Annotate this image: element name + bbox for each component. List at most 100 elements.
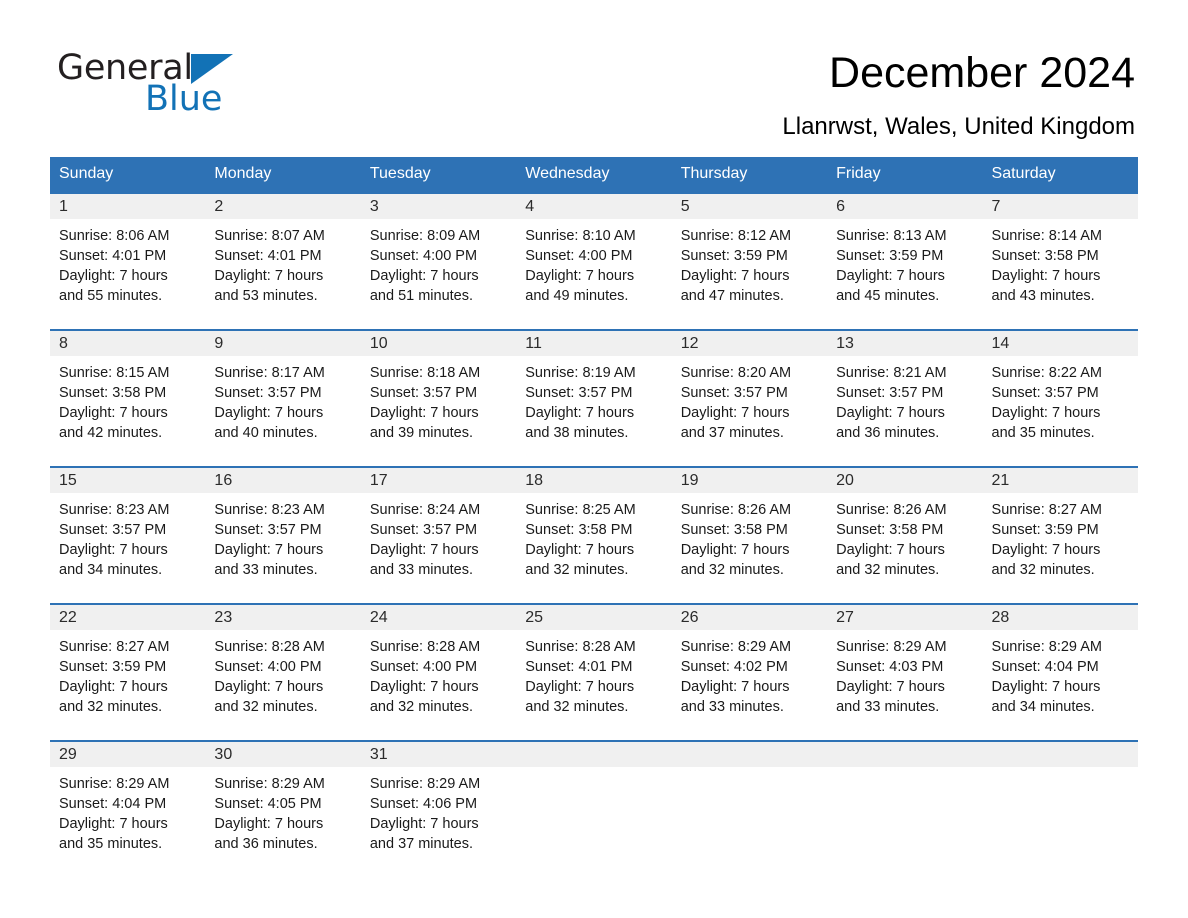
- day-cell[interactable]: 19 Sunrise: 8:26 AM Sunset: 3:58 PM Dayl…: [671, 466, 828, 604]
- daylight-text-line2: and 33 minutes.: [680, 699, 784, 715]
- day-cell[interactable]: 7 Sunrise: 8:14 AM Sunset: 3:58 PM Dayli…: [982, 192, 1138, 330]
- day-details: Sunrise: 8:26 AM Sunset: 3:58 PM Dayligh…: [672, 493, 827, 580]
- sunset-text: Sunset: 4:04 PM: [991, 659, 1099, 675]
- day-cell[interactable]: 27 Sunrise: 8:29 AM Sunset: 4:03 PM Dayl…: [827, 603, 983, 741]
- sunset-text: Sunset: 4:04 PM: [59, 796, 167, 812]
- sunrise-text: Sunrise: 8:28 AM: [214, 639, 325, 655]
- day-details: Sunrise: 8:28 AM Sunset: 4:00 PM Dayligh…: [205, 630, 360, 717]
- daylight-text-line2: and 37 minutes.: [369, 836, 474, 852]
- daylight-text-line2: and 55 minutes.: [59, 288, 163, 304]
- sunset-text: Sunset: 3:58 PM: [836, 522, 944, 538]
- day-number: 8: [50, 331, 206, 356]
- day-number: 21: [982, 468, 1138, 493]
- sunset-text: Sunset: 4:06 PM: [369, 796, 478, 812]
- daylight-text-line2: and 32 minutes.: [59, 699, 163, 715]
- day-number: 27: [827, 605, 983, 630]
- sunrise-text: Sunrise: 8:15 AM: [59, 365, 170, 381]
- day-details: Sunrise: 8:29 AM Sunset: 4:06 PM Dayligh…: [361, 767, 516, 854]
- day-number: 4: [516, 194, 672, 219]
- day-details: Sunrise: 8:07 AM Sunset: 4:01 PM Dayligh…: [205, 219, 360, 306]
- day-cell[interactable]: 14 Sunrise: 8:22 AM Sunset: 3:57 PM Dayl…: [982, 329, 1138, 467]
- daylight-text-line1: Daylight: 7 hours: [525, 405, 635, 421]
- day-cell[interactable]: 23 Sunrise: 8:28 AM Sunset: 4:00 PM Dayl…: [205, 603, 361, 741]
- day-number: 23: [205, 605, 361, 630]
- day-cell[interactable]: 1 Sunrise: 8:06 AM Sunset: 4:01 PM Dayli…: [50, 192, 206, 330]
- day-cell[interactable]: 16 Sunrise: 8:23 AM Sunset: 3:57 PM Dayl…: [205, 466, 361, 604]
- day-details: Sunrise: 8:25 AM Sunset: 3:58 PM Dayligh…: [516, 493, 671, 580]
- location-subtitle: Llanrwst, Wales, United Kingdom: [782, 113, 1135, 140]
- day-number: 31: [360, 742, 517, 767]
- day-cell[interactable]: 6 Sunrise: 8:13 AM Sunset: 3:59 PM Dayli…: [827, 192, 983, 330]
- daylight-text-line2: and 51 minutes.: [369, 288, 474, 304]
- day-details: Sunrise: 8:29 AM Sunset: 4:05 PM Dayligh…: [205, 767, 360, 854]
- daylight-text-line1: Daylight: 7 hours: [680, 679, 790, 695]
- sunset-text: Sunset: 4:03 PM: [836, 659, 944, 675]
- daylight-text-line1: Daylight: 7 hours: [680, 268, 790, 284]
- day-cell[interactable]: 3 Sunrise: 8:09 AM Sunset: 4:00 PM Dayli…: [360, 192, 517, 330]
- day-number: 12: [671, 331, 828, 356]
- day-details: Sunrise: 8:29 AM Sunset: 4:04 PM Dayligh…: [50, 767, 205, 854]
- day-number: 29: [50, 742, 206, 767]
- day-number: 1: [50, 194, 206, 219]
- sunrise-text: Sunrise: 8:14 AM: [991, 228, 1102, 244]
- day-cell[interactable]: 21 Sunrise: 8:27 AM Sunset: 3:59 PM Dayl…: [982, 466, 1138, 604]
- daylight-text-line2: and 32 minutes.: [836, 562, 940, 578]
- sunrise-text: Sunrise: 8:24 AM: [369, 502, 481, 518]
- day-details: Sunrise: 8:09 AM Sunset: 4:00 PM Dayligh…: [361, 219, 516, 306]
- day-cell[interactable]: 18 Sunrise: 8:25 AM Sunset: 3:58 PM Dayl…: [516, 466, 672, 604]
- daylight-text-line1: Daylight: 7 hours: [369, 405, 479, 421]
- sunrise-text: Sunrise: 8:23 AM: [59, 502, 170, 518]
- day-cell[interactable]: 30 Sunrise: 8:29 AM Sunset: 4:05 PM Dayl…: [205, 740, 361, 860]
- day-cell[interactable]: 29 Sunrise: 8:29 AM Sunset: 4:04 PM Dayl…: [50, 740, 206, 860]
- sunset-text: Sunset: 4:00 PM: [214, 659, 322, 675]
- day-details: Sunrise: 8:28 AM Sunset: 4:00 PM Dayligh…: [361, 630, 516, 717]
- day-cell[interactable]: 22 Sunrise: 8:27 AM Sunset: 3:59 PM Dayl…: [50, 603, 206, 741]
- day-cell[interactable]: 25 Sunrise: 8:28 AM Sunset: 4:01 PM Dayl…: [516, 603, 672, 741]
- sunrise-text: Sunrise: 8:28 AM: [525, 639, 636, 655]
- daylight-text-line2: and 33 minutes.: [836, 699, 940, 715]
- day-details: Sunrise: 8:23 AM Sunset: 3:57 PM Dayligh…: [50, 493, 205, 580]
- day-cell[interactable]: 24 Sunrise: 8:28 AM Sunset: 4:00 PM Dayl…: [360, 603, 517, 741]
- day-details: Sunrise: 8:14 AM Sunset: 3:58 PM Dayligh…: [983, 219, 1138, 306]
- day-cell[interactable]: 4 Sunrise: 8:10 AM Sunset: 4:00 PM Dayli…: [516, 192, 672, 330]
- sunrise-text: Sunrise: 8:29 AM: [214, 776, 325, 792]
- day-details: Sunrise: 8:29 AM Sunset: 4:03 PM Dayligh…: [827, 630, 982, 717]
- day-cell[interactable]: 20 Sunrise: 8:26 AM Sunset: 3:58 PM Dayl…: [827, 466, 983, 604]
- day-cell[interactable]: 5 Sunrise: 8:12 AM Sunset: 3:59 PM Dayli…: [671, 192, 828, 330]
- day-cell-empty: [516, 740, 672, 860]
- day-number: 16: [205, 468, 361, 493]
- daylight-text-line1: Daylight: 7 hours: [59, 268, 168, 284]
- day-cell[interactable]: 11 Sunrise: 8:19 AM Sunset: 3:57 PM Dayl…: [516, 329, 672, 467]
- day-number: 11: [516, 331, 672, 356]
- day-cell[interactable]: 26 Sunrise: 8:29 AM Sunset: 4:02 PM Dayl…: [671, 603, 828, 741]
- day-cell[interactable]: 28 Sunrise: 8:29 AM Sunset: 4:04 PM Dayl…: [982, 603, 1138, 741]
- day-number: 28: [982, 605, 1138, 630]
- day-details: Sunrise: 8:23 AM Sunset: 3:57 PM Dayligh…: [205, 493, 360, 580]
- day-cell[interactable]: 31 Sunrise: 8:29 AM Sunset: 4:06 PM Dayl…: [360, 740, 517, 860]
- daylight-text-line1: Daylight: 7 hours: [59, 816, 168, 832]
- day-cell[interactable]: 8 Sunrise: 8:15 AM Sunset: 3:58 PM Dayli…: [50, 329, 206, 467]
- day-cell[interactable]: 10 Sunrise: 8:18 AM Sunset: 3:57 PM Dayl…: [360, 329, 517, 467]
- title-block: December 2024 Llanrwst, Wales, United Ki…: [782, 48, 1135, 142]
- daylight-text-line2: and 45 minutes.: [836, 288, 940, 304]
- day-number: 17: [360, 468, 517, 493]
- day-cell[interactable]: 2 Sunrise: 8:07 AM Sunset: 4:01 PM Dayli…: [205, 192, 361, 330]
- sunrise-text: Sunrise: 8:06 AM: [59, 228, 170, 244]
- weekday-header-wednesday: Wednesday: [516, 157, 672, 193]
- sunrise-text: Sunrise: 8:29 AM: [680, 639, 792, 655]
- sunrise-text: Sunrise: 8:10 AM: [525, 228, 636, 244]
- sunrise-text: Sunrise: 8:21 AM: [836, 365, 947, 381]
- day-cell[interactable]: 15 Sunrise: 8:23 AM Sunset: 3:57 PM Dayl…: [50, 466, 206, 604]
- day-cell[interactable]: 9 Sunrise: 8:17 AM Sunset: 3:57 PM Dayli…: [205, 329, 361, 467]
- daylight-text-line2: and 53 minutes.: [214, 288, 318, 304]
- day-cell[interactable]: 13 Sunrise: 8:21 AM Sunset: 3:57 PM Dayl…: [827, 329, 983, 467]
- weekday-header-monday: Monday: [205, 157, 361, 193]
- day-cell[interactable]: 12 Sunrise: 8:20 AM Sunset: 3:57 PM Dayl…: [671, 329, 828, 467]
- day-details: Sunrise: 8:12 AM Sunset: 3:59 PM Dayligh…: [672, 219, 827, 306]
- day-number: [827, 742, 983, 767]
- day-cell[interactable]: 17 Sunrise: 8:24 AM Sunset: 3:57 PM Dayl…: [360, 466, 517, 604]
- daylight-text-line2: and 36 minutes.: [836, 425, 940, 441]
- day-cell-empty: [982, 740, 1138, 860]
- daylight-text-line1: Daylight: 7 hours: [214, 268, 324, 284]
- day-number: 25: [516, 605, 672, 630]
